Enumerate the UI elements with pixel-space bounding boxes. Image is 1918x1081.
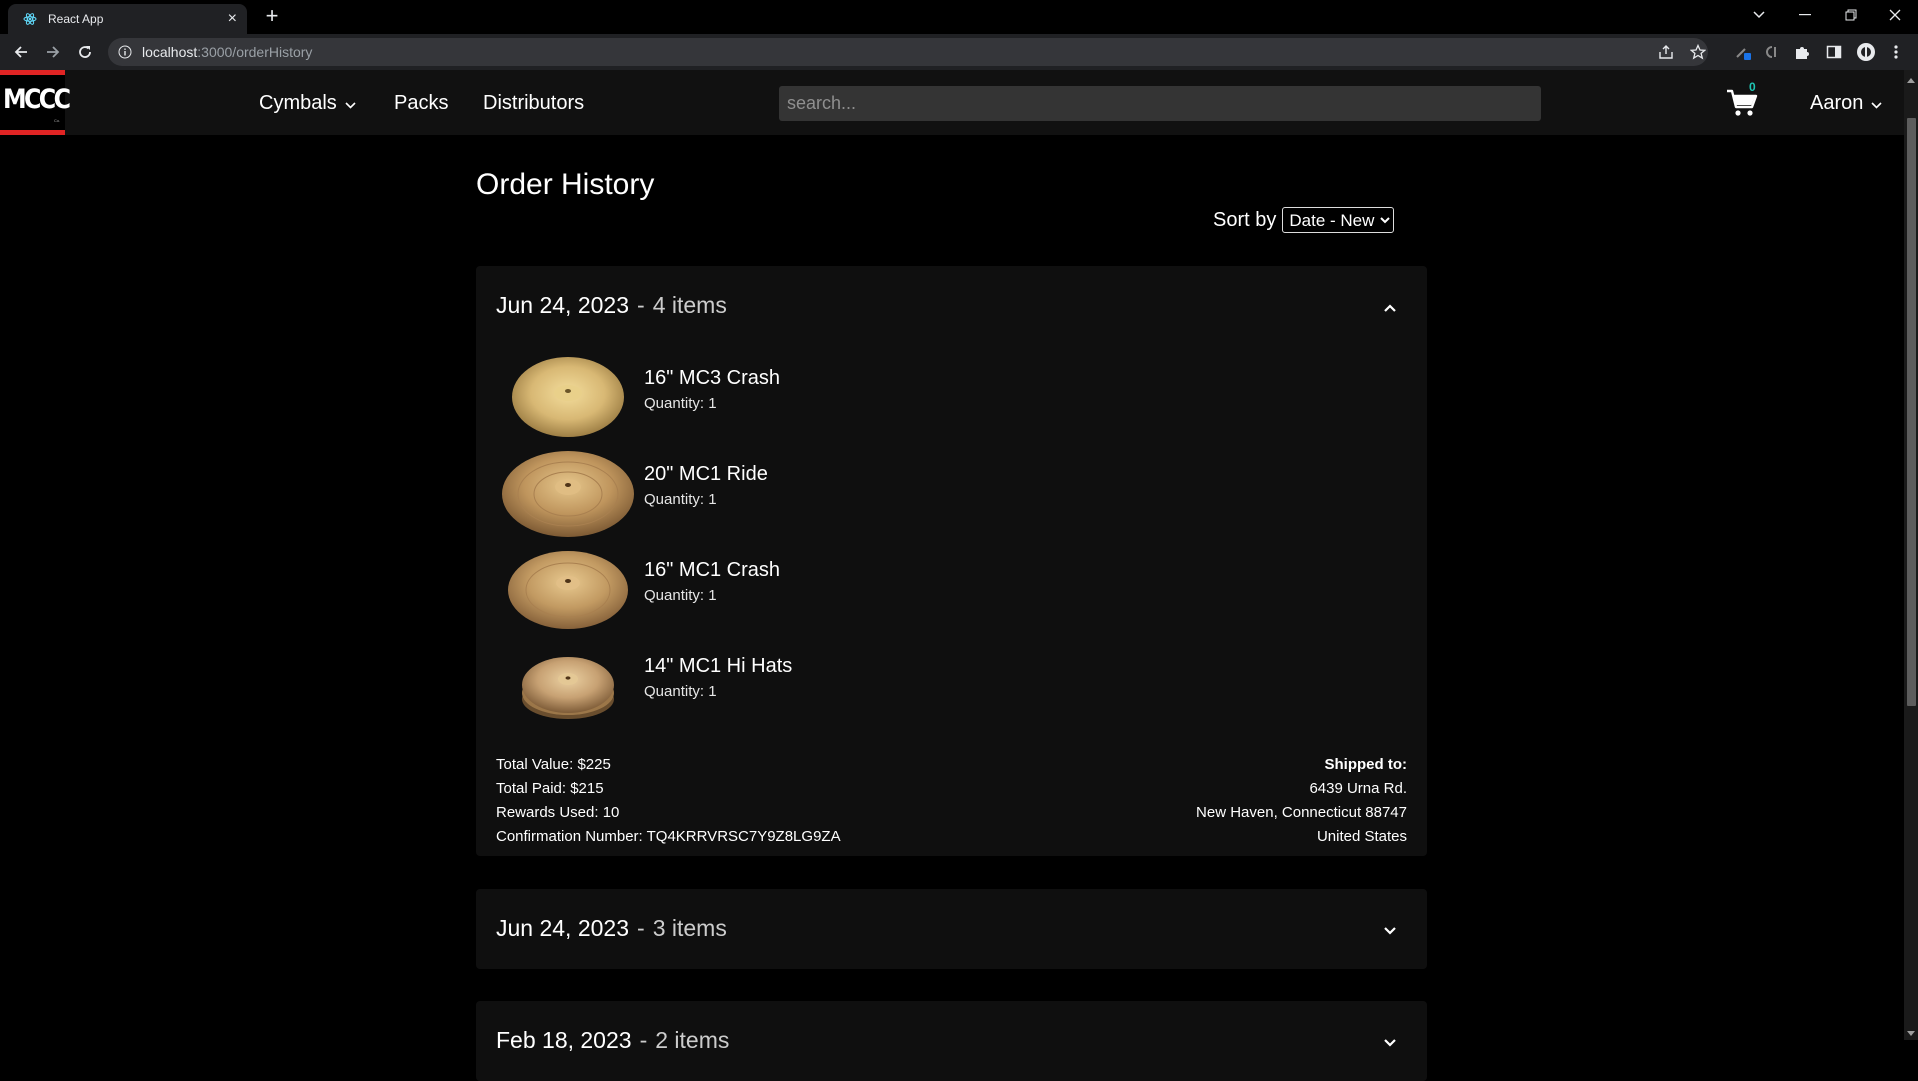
order-card: Jun 24, 2023 - 3 items — [476, 889, 1427, 969]
tab-close-icon[interactable]: × — [228, 11, 237, 27]
profile-avatar-icon[interactable] — [1856, 42, 1876, 62]
back-icon[interactable] — [8, 39, 34, 65]
item-quantity: Quantity: 1 — [644, 587, 717, 604]
new-tab-icon[interactable]: + — [260, 5, 284, 29]
logo-top-stripe — [0, 70, 65, 75]
shipped-to-label: Shipped to: — [1324, 756, 1408, 773]
ride-cymbal-image — [500, 449, 636, 539]
order-item-count: 3 items — [652, 915, 727, 941]
order-card: Jun 24, 2023 - 4 items 16" MC3 Crash Qua… — [476, 266, 1427, 856]
nav-distributors-link[interactable]: Distributors — [483, 92, 584, 115]
page-title: Order History — [476, 168, 655, 201]
order-item: 16" MC3 Crash Quantity: 1 — [500, 353, 1100, 443]
logo-bottom-stripe — [0, 130, 65, 135]
logo-subtext: Co. — [54, 118, 61, 123]
item-quantity: Quantity: 1 — [644, 395, 717, 412]
item-quantity: Quantity: 1 — [644, 491, 717, 508]
browser-menu-icon[interactable] — [1886, 42, 1906, 62]
order-item-count: 2 items — [655, 1027, 730, 1053]
item-name: 16" MC1 Crash — [644, 559, 781, 581]
crash-cymbal-image — [500, 353, 636, 443]
user-name: Aaron — [1810, 92, 1864, 114]
total-paid: Total Paid: $215 — [496, 780, 604, 797]
scroll-up-arrow-icon[interactable] — [1905, 72, 1917, 83]
search-input[interactable]: search... — [779, 86, 1541, 121]
order-item-count: 4 items — [652, 292, 727, 318]
address-line1: 6439 Urna Rd. — [1309, 780, 1407, 797]
forward-icon[interactable] — [40, 39, 66, 65]
sort-label: Sort by — [1213, 208, 1277, 231]
user-menu-dropdown[interactable]: Aaron — [1810, 92, 1882, 115]
order-separator: - — [637, 915, 645, 941]
address-bar[interactable]: localhost:3000/orderHistory — [108, 38, 1708, 66]
order-header[interactable]: Jun 24, 2023 - 3 items — [496, 915, 727, 942]
order-date: Feb 18, 2023 — [496, 1027, 632, 1053]
crash-cymbal-image — [500, 545, 636, 635]
browser-tab-bar: React App × + — [0, 0, 1918, 34]
hihat-cymbal-image — [500, 641, 636, 731]
close-window-icon[interactable] — [1872, 0, 1918, 30]
address-line2: New Haven, Connecticut 88747 — [1196, 804, 1407, 821]
confirmation-number: Confirmation Number: TQ4KRRVRSC7Y9Z8LG9Z… — [496, 828, 841, 845]
item-quantity: Quantity: 1 — [644, 683, 717, 700]
address-country: United States — [1316, 828, 1407, 845]
nav-distributors-label: Distributors — [483, 92, 585, 114]
nav-packs-label: Packs — [394, 92, 449, 114]
tab-title: React App — [48, 12, 104, 26]
order-separator: - — [639, 1027, 648, 1053]
shipping-address: Shipped to: 6439 Urna Rd. New Haven, Con… — [1196, 753, 1407, 849]
sort-control: Sort by Date - New — [1213, 207, 1395, 233]
order-item: 14" MC1 Hi Hats Quantity: 1 — [500, 641, 1100, 731]
side-panel-icon[interactable] — [1824, 42, 1844, 62]
scrollbar-thumb[interactable] — [1907, 118, 1916, 706]
cart-count-badge: 0 — [1749, 80, 1756, 94]
url-text: localhost:3000/orderHistory — [142, 44, 313, 60]
order-item: 16" MC1 Crash Quantity: 1 — [500, 545, 1100, 635]
extension-c-icon[interactable] — [1760, 42, 1780, 62]
rewards-used: Rewards Used: 10 — [496, 804, 620, 821]
scroll-down-arrow-icon[interactable] — [1905, 1026, 1917, 1036]
order-header[interactable]: Jun 24, 2023 - 4 items — [496, 292, 727, 319]
order-item: 20" MC1 Ride Quantity: 1 — [500, 449, 1100, 539]
bookmark-star-icon[interactable] — [1688, 42, 1708, 62]
site-info-icon[interactable] — [118, 45, 132, 59]
browser-tab[interactable]: React App × — [8, 4, 247, 34]
order-card: Feb 18, 2023 - 2 items — [476, 1001, 1427, 1081]
order-header[interactable]: Feb 18, 2023 - 2 items — [496, 1027, 729, 1054]
chevron-down-icon[interactable] — [1383, 1035, 1397, 1047]
chevron-down-icon — [1871, 92, 1882, 115]
chevron-down-icon[interactable] — [1383, 923, 1397, 935]
item-name: 14" MC1 Hi Hats — [644, 655, 793, 677]
order-date: Jun 24, 2023 — [496, 915, 630, 941]
item-name: 16" MC3 Crash — [644, 367, 781, 389]
chevron-up-icon[interactable] — [1383, 300, 1397, 312]
nav-cymbals-label: Cymbals — [259, 92, 337, 114]
site-navbar: MCCC Co. Cymbals Packs Distributors sear… — [0, 70, 1904, 135]
nav-cymbals-dropdown[interactable]: Cymbals — [259, 92, 356, 115]
tab-search-icon[interactable] — [1736, 0, 1782, 30]
site-logo[interactable]: MCCC Co. — [0, 70, 71, 135]
chevron-down-icon — [345, 92, 356, 115]
minimize-icon[interactable] — [1782, 0, 1828, 30]
restore-icon[interactable] — [1828, 0, 1874, 30]
extensions-puzzle-icon[interactable] — [1792, 42, 1812, 62]
extension-icon[interactable] — [1734, 42, 1754, 62]
react-favicon-icon — [22, 11, 38, 27]
sort-select[interactable]: Date - New — [1282, 207, 1395, 233]
order-date: Jun 24, 2023 — [496, 292, 630, 318]
nav-packs-link[interactable]: Packs — [394, 92, 448, 115]
logo-text: MCCC — [3, 84, 71, 115]
order-separator: - — [637, 292, 645, 318]
browser-toolbar: localhost:3000/orderHistory — [0, 34, 1918, 70]
reload-icon[interactable] — [72, 39, 98, 65]
total-value: Total Value: $225 — [496, 756, 611, 773]
item-name: 20" MC1 Ride — [644, 463, 768, 485]
order-totals: Total Value: $225 Total Paid: $215 Rewar… — [496, 753, 841, 849]
share-icon[interactable] — [1656, 42, 1676, 62]
